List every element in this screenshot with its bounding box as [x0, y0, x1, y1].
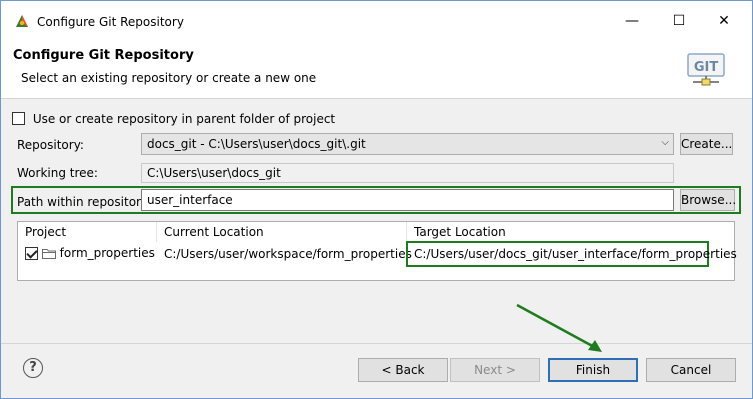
repository-label: Repository: [17, 138, 84, 152]
window-title: Configure Git Repository [37, 15, 184, 29]
finish-button[interactable]: Finish [548, 358, 638, 382]
eclipse-app-icon [16, 15, 28, 27]
back-button[interactable]: < Back [358, 358, 448, 382]
path-label: Path within repository: [17, 195, 152, 209]
chevron-down-icon[interactable]: ⌵ [661, 137, 669, 148]
row-checkbox[interactable] [25, 247, 38, 260]
parent-folder-checkbox[interactable] [12, 112, 25, 125]
browse-button[interactable]: Browse... [680, 189, 736, 211]
parent-folder-label: Use or create repository in parent folde… [32, 111, 336, 126]
create-button[interactable]: Create... [680, 133, 733, 155]
parent-folder-option[interactable]: Use or create repository in parent folde… [12, 111, 335, 126]
title-bar: Configure Git Repository — ☐ ✕ [1, 1, 752, 41]
row-project-name: form_properties [59, 246, 155, 260]
wizard-banner: Configure Git Repository Select an exist… [1, 41, 752, 99]
working-tree-label: Working tree: [17, 166, 98, 180]
row-target-location: C:/Users/user/docs_git/user_interface/fo… [414, 247, 737, 261]
working-tree-field: C:\Users\user\docs_git [141, 163, 674, 183]
help-icon[interactable]: ? [23, 358, 43, 378]
cancel-button[interactable]: Cancel [646, 358, 736, 382]
row-project-cell[interactable]: form_properties [25, 246, 155, 260]
banner-description: Select an existing repository or create … [21, 71, 317, 85]
path-input[interactable]: user_interface [141, 189, 674, 211]
repository-value: docs_git - C:\Users\user\docs_git\.git [147, 137, 366, 151]
folder-icon [41, 249, 56, 259]
column-header-project[interactable]: Project [25, 225, 66, 239]
git-logo-icon: GIT [687, 53, 725, 86]
dialog-window: Configure Git Repository — ☐ ✕ Configure… [0, 0, 753, 399]
projects-table: Project Current Location Target Location… [17, 221, 737, 281]
column-header-target-location[interactable]: Target Location [414, 225, 506, 239]
footer-separator [1, 343, 752, 344]
minimize-button[interactable]: — [617, 9, 647, 33]
repository-combo[interactable]: docs_git - C:\Users\user\docs_git\.git ⌵ [141, 133, 674, 155]
close-button[interactable]: ✕ [709, 9, 739, 33]
banner-title: Configure Git Repository [13, 48, 194, 63]
row-current-location: C:/Users/user/workspace/form_properties [164, 247, 412, 261]
maximize-button[interactable]: ☐ [664, 9, 694, 33]
next-button: Next > [450, 358, 540, 382]
git-logo-text: GIT [694, 60, 719, 75]
column-header-current-location[interactable]: Current Location [164, 225, 264, 239]
